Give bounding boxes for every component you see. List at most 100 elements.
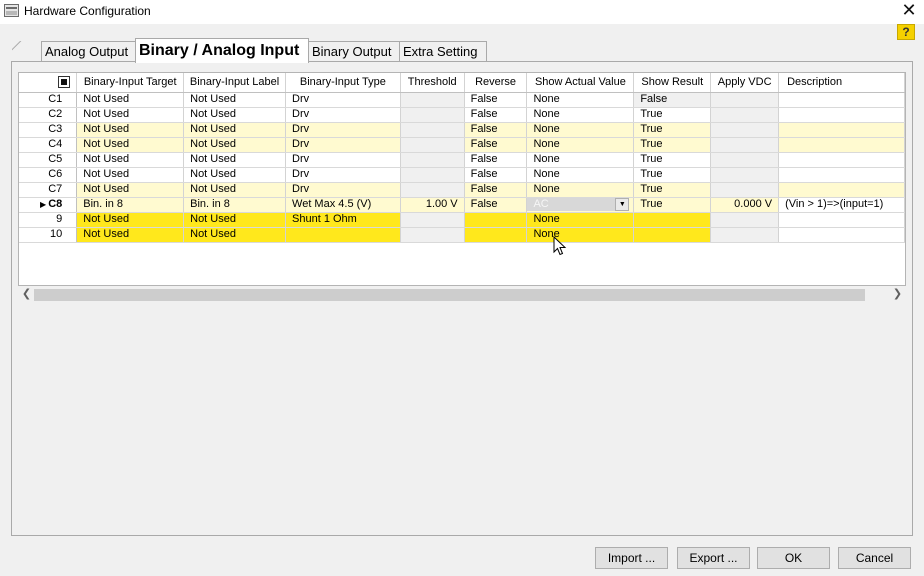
col-header-description[interactable]: Description [778, 73, 905, 93]
cell-apply-vdc[interactable] [710, 167, 780, 183]
cell-target[interactable]: Not Used [76, 182, 185, 198]
scroll-left-icon[interactable]: ❮ [18, 286, 35, 303]
ok-button[interactable]: OK [757, 547, 830, 569]
cell-target[interactable]: Not Used [76, 167, 185, 183]
row-header[interactable]: ▶ C8 [19, 197, 78, 213]
row-header[interactable]: C4 [19, 137, 78, 153]
cell-apply-vdc[interactable] [710, 152, 780, 168]
cell-show-result[interactable] [633, 227, 712, 243]
cell-type[interactable]: Drv [285, 107, 401, 123]
cell-show-result[interactable]: True [633, 137, 712, 153]
col-header-reverse[interactable]: Reverse [464, 73, 528, 93]
cell-show-result[interactable]: True [633, 107, 712, 123]
cell-show-result[interactable]: True [633, 197, 712, 213]
cell-type[interactable] [285, 227, 401, 243]
cell-target[interactable]: Not Used [76, 152, 185, 168]
cell-label[interactable]: Not Used [183, 227, 287, 243]
cell-label[interactable]: Not Used [183, 152, 287, 168]
table-row[interactable]: C2 Not Used Not Used Drv False None True [19, 107, 905, 123]
cell-threshold[interactable] [400, 137, 465, 153]
table-row[interactable]: C7 Not Used Not Used Drv False None True [19, 182, 905, 198]
table-row[interactable]: C6 Not Used Not Used Drv False None True [19, 167, 905, 183]
horizontal-scrollbar[interactable]: ❮ ❯ [18, 286, 906, 303]
cell-apply-vdc[interactable] [710, 122, 780, 138]
cell-label[interactable]: Not Used [183, 107, 287, 123]
cell-description[interactable] [778, 227, 905, 243]
cell-show-actual-value[interactable]: None [526, 152, 635, 168]
cell-type[interactable]: Drv [285, 92, 401, 108]
cell-target[interactable]: Not Used [76, 227, 185, 243]
cell-description[interactable] [778, 167, 905, 183]
tab-analog-output[interactable]: Analog Output [41, 41, 137, 62]
row-header[interactable]: C7 [19, 182, 78, 198]
col-header-label[interactable]: Binary-Input Label [183, 73, 287, 93]
cell-show-actual-value[interactable]: None [526, 92, 635, 108]
table-row-selected[interactable]: ▶ C8 Bin. in 8 Bin. in 8 Wet Max 4.5 (V) … [19, 197, 905, 213]
row-header[interactable]: 10 [19, 227, 78, 243]
row-header[interactable]: C6 [19, 167, 78, 183]
cell-description[interactable] [778, 92, 905, 108]
col-header-target[interactable]: Binary-Input Target [76, 73, 185, 93]
select-all-checkbox[interactable] [19, 73, 78, 93]
cell-reverse[interactable]: False [464, 137, 528, 153]
col-header-show-actual-value[interactable]: Show Actual Value [526, 73, 635, 93]
table-row[interactable]: C3 Not Used Not Used Drv False None True [19, 122, 905, 138]
row-header[interactable]: C1 [19, 92, 78, 108]
tab-binary-output[interactable]: Binary Output [308, 41, 400, 62]
cell-show-actual-value[interactable]: None [526, 227, 635, 243]
cell-reverse[interactable]: False [464, 182, 528, 198]
cell-description[interactable] [778, 107, 905, 123]
cell-label[interactable]: Not Used [183, 122, 287, 138]
cell-show-actual-value[interactable]: AC ▼ [526, 197, 635, 213]
cell-threshold[interactable] [400, 227, 465, 243]
cell-reverse[interactable]: False [464, 92, 528, 108]
cell-target[interactable]: Not Used [76, 92, 185, 108]
cell-label[interactable]: Not Used [183, 137, 287, 153]
table-row[interactable]: 10 Not Used Not Used None [19, 227, 905, 243]
cell-description[interactable] [778, 122, 905, 138]
cell-description[interactable] [778, 182, 905, 198]
cell-apply-vdc[interactable] [710, 92, 780, 108]
table-row[interactable]: C5 Not Used Not Used Drv False None True [19, 152, 905, 168]
cell-type[interactable]: Wet Max 4.5 (V) [285, 197, 401, 213]
row-header[interactable]: 9 [19, 212, 78, 228]
cell-type[interactable]: Drv [285, 152, 401, 168]
cell-reverse[interactable]: False [464, 152, 528, 168]
tab-binary-analog-input[interactable]: Binary / Analog Input [135, 38, 309, 63]
col-header-show-result[interactable]: Show Result [633, 73, 712, 93]
cell-show-result[interactable]: True [633, 122, 712, 138]
export-button[interactable]: Export ... [677, 547, 750, 569]
cell-apply-vdc[interactable] [710, 212, 780, 228]
cell-label[interactable]: Not Used [183, 167, 287, 183]
scroll-right-icon[interactable]: ❯ [889, 286, 906, 303]
table-row[interactable]: C4 Not Used Not Used Drv False None True [19, 137, 905, 153]
cell-type[interactable]: Drv [285, 182, 401, 198]
chevron-down-icon[interactable]: ▼ [615, 198, 630, 211]
table-row[interactable]: 9 Not Used Not Used Shunt 1 Ohm None [19, 212, 905, 228]
cell-threshold[interactable] [400, 212, 465, 228]
cell-label[interactable]: Not Used [183, 182, 287, 198]
cell-reverse[interactable]: False [464, 107, 528, 123]
table-row[interactable]: C1 Not Used Not Used Drv False None Fals… [19, 92, 905, 108]
cell-type[interactable]: Drv [285, 122, 401, 138]
cell-show-result[interactable]: True [633, 152, 712, 168]
cell-description[interactable]: (Vin > 1)=>(input=1) [778, 197, 905, 213]
cell-threshold[interactable]: 1.00 V [400, 197, 465, 213]
cell-show-actual-value[interactable]: None [526, 167, 635, 183]
cell-apply-vdc[interactable] [710, 182, 780, 198]
cell-target[interactable]: Not Used [76, 212, 185, 228]
cell-apply-vdc[interactable] [710, 137, 780, 153]
cell-threshold[interactable] [400, 152, 465, 168]
cell-show-actual-value[interactable]: None [526, 212, 635, 228]
cell-show-result[interactable]: True [633, 182, 712, 198]
cell-target[interactable]: Not Used [76, 122, 185, 138]
cell-label[interactable]: Bin. in 8 [183, 197, 287, 213]
col-header-threshold[interactable]: Threshold [400, 73, 465, 93]
cell-show-result[interactable]: True [633, 167, 712, 183]
cell-reverse[interactable] [464, 227, 528, 243]
cell-label[interactable]: Not Used [183, 92, 287, 108]
cell-target[interactable]: Not Used [76, 137, 185, 153]
cancel-button[interactable]: Cancel [838, 547, 911, 569]
cell-type[interactable]: Shunt 1 Ohm [285, 212, 401, 228]
cell-threshold[interactable] [400, 167, 465, 183]
